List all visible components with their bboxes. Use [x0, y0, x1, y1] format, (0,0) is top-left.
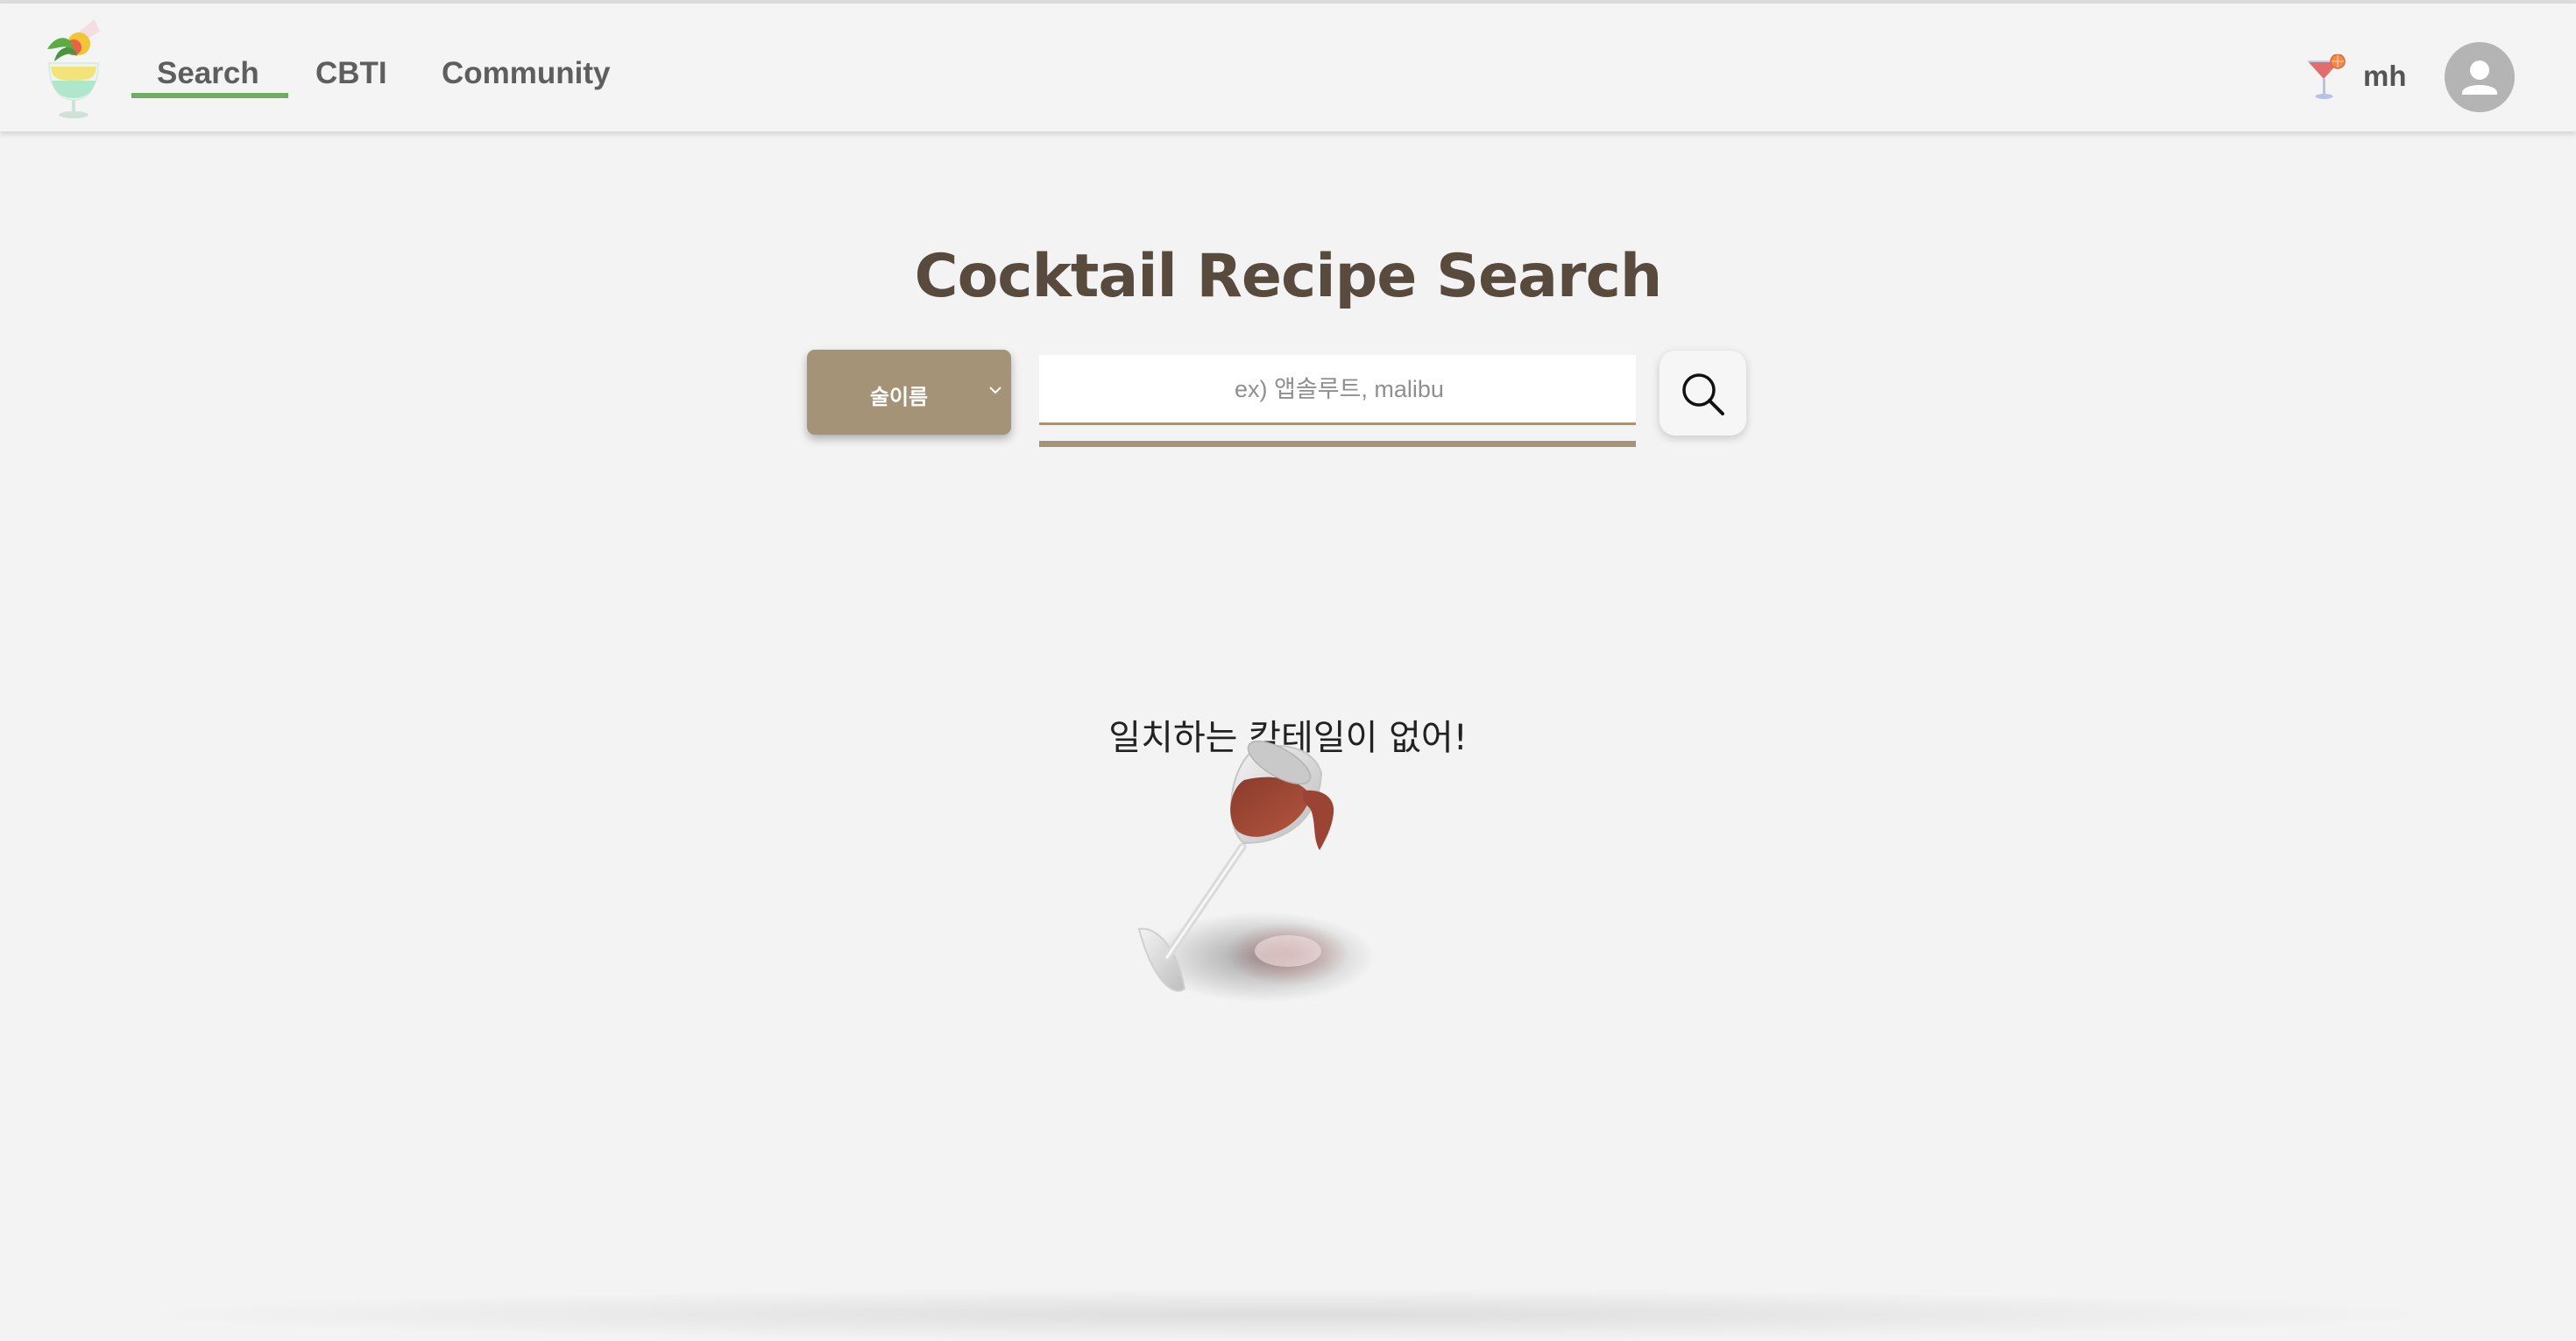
search-field-underline [1039, 441, 1636, 447]
avatar[interactable] [2445, 42, 2515, 112]
search-button[interactable] [1660, 351, 1746, 436]
bottom-shadow [123, 1288, 2453, 1341]
tropical-cocktail-logo[interactable] [39, 14, 109, 121]
page-title: Cocktail Recipe Search [914, 241, 1663, 311]
search-input[interactable] [1039, 355, 1639, 424]
magnifier-icon [1682, 373, 1724, 415]
top-navbar: Search CBTI Community mh [0, 4, 2576, 131]
category-selected-label: 술이름 [869, 386, 929, 409]
username-label[interactable]: mh [2363, 60, 2407, 93]
search-category-select[interactable]: 술이름 [807, 350, 1011, 435]
cocktail-glass-icon [2308, 54, 2346, 99]
search-field [1039, 355, 1639, 425]
chevron-down-icon [989, 387, 1001, 394]
nav-cbti[interactable]: CBTI [315, 56, 387, 91]
nav-active-indicator [131, 93, 288, 98]
nav-search[interactable]: Search [157, 56, 259, 91]
person-icon [2462, 60, 2497, 95]
nav-community[interactable]: Community [442, 56, 611, 91]
tipped-wine-glass-illustration [1137, 740, 1376, 1003]
